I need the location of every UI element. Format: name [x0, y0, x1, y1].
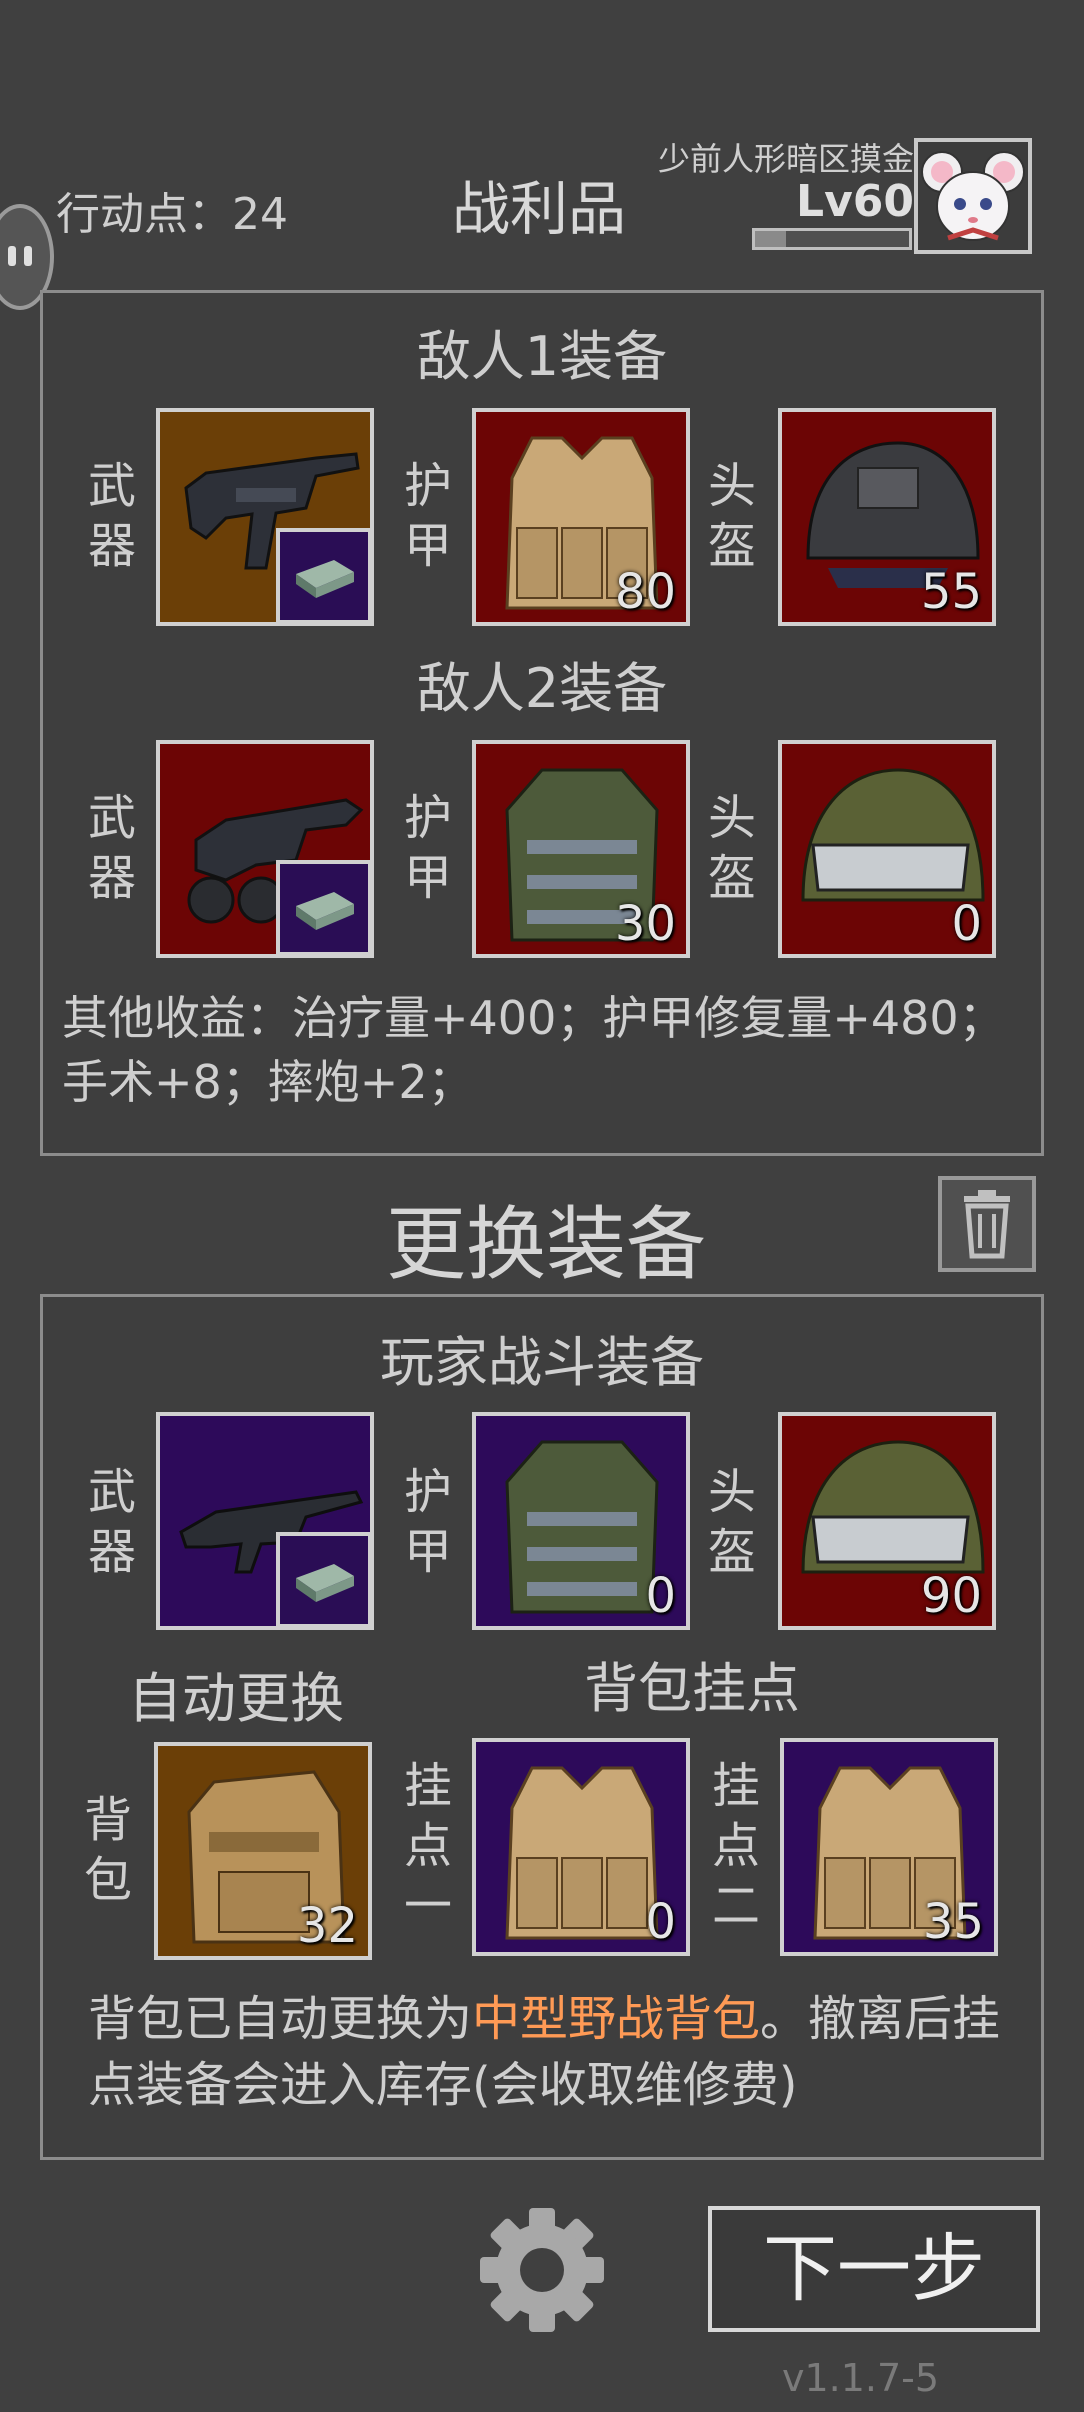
mount1-slot[interactable]: 0: [472, 1738, 690, 1956]
player-level: Lv60: [796, 176, 914, 227]
auto-replace-label[interactable]: 自动更换: [128, 1654, 344, 1733]
enemy1-helmet-label: 头盔: [707, 458, 756, 574]
enemy1-weapon-slot[interactable]: [156, 408, 374, 626]
player-helmet-label: 头盔: [707, 1464, 756, 1580]
enemy2-helmet-slot[interactable]: 0: [778, 740, 996, 958]
xp-bar: [752, 228, 912, 250]
trash-button[interactable]: [938, 1176, 1036, 1272]
enemy2-weapon-label: 武器: [87, 790, 136, 906]
enemy1-armor-label: 护甲: [403, 458, 452, 574]
enemy2-armor-label: 护甲: [403, 790, 452, 906]
ammo-box-icon: [296, 1564, 354, 1602]
ammo-box-icon: [296, 560, 354, 598]
player-helmet-slot[interactable]: 90: [778, 1412, 996, 1630]
avatar[interactable]: [914, 138, 1032, 254]
mount2-durability: 35: [922, 1894, 984, 1950]
player-armor-label: 护甲: [403, 1464, 452, 1580]
version-label: v1.1.7-5: [782, 2356, 940, 2400]
trash-icon: [964, 1190, 1010, 1259]
mount1-durability: 0: [645, 1894, 676, 1950]
action-points-label: 行动点：24: [56, 189, 288, 240]
backpack-durability: 32: [296, 1898, 358, 1954]
player-armor-slot[interactable]: 0: [472, 1412, 690, 1630]
player-name: 少前人形暗区摸金: [657, 140, 914, 178]
enemy2-helmet-durability: 0: [951, 896, 982, 952]
xp-bar-fill: [755, 231, 786, 247]
enemy1-helmet-slot[interactable]: 55: [778, 408, 996, 626]
mount1-label: 挂点一: [403, 1758, 452, 1934]
ammo-box: [276, 528, 370, 622]
mount2-slot[interactable]: 35: [780, 1738, 998, 1956]
player-weapon-slot[interactable]: [156, 1412, 374, 1630]
mount2-label: 挂点二: [711, 1758, 760, 1934]
enemy2-armor-slot[interactable]: 30: [472, 740, 690, 958]
avatar-mouse-icon: [921, 151, 1025, 241]
backpack-slot[interactable]: 32: [154, 1742, 372, 1960]
page-title: 战利品: [452, 175, 627, 243]
change-equipment-title: 更换装备: [386, 1198, 706, 1291]
player-armor-durability: 0: [645, 1568, 676, 1624]
enemy1-title: 敌人1装备: [416, 325, 668, 388]
backpack-name-highlight: 中型野战背包: [472, 1991, 761, 2047]
enemy2-armor-durability: 30: [614, 896, 676, 952]
enemy1-armor-durability: 80: [614, 564, 676, 620]
ammo-box-icon: [296, 892, 354, 930]
other-gains-text: 其他收益：治疗量+400；护甲修复量+480；手术+8；摔炮+2；: [62, 991, 1005, 1109]
player-helmet-durability: 90: [920, 1568, 982, 1624]
enemy1-weapon-label: 武器: [87, 458, 136, 574]
enemy2-helmet-label: 头盔: [707, 790, 756, 906]
player-equipment-title: 玩家战斗装备: [380, 1331, 704, 1394]
enemy1-armor-slot[interactable]: 80: [472, 408, 690, 626]
gear-icon[interactable]: [476, 2204, 608, 2340]
player-weapon-label: 武器: [87, 1464, 136, 1580]
enemy2-title: 敌人2装备: [416, 657, 668, 720]
next-step-button[interactable]: 下一步: [708, 2206, 1040, 2332]
enemy2-weapon-slot[interactable]: [156, 740, 374, 958]
enemy1-helmet-durability: 55: [920, 564, 982, 620]
ammo-box: [276, 1532, 370, 1626]
backpack-label: 背包: [83, 1792, 132, 1908]
ammo-box: [276, 860, 370, 954]
backpack-note: 背包已自动更换为中型野战背包。撤离后挂点装备会进入库存(会收取维修费): [88, 1991, 1001, 2113]
backpack-mount-title: 背包挂点: [584, 1657, 800, 1720]
